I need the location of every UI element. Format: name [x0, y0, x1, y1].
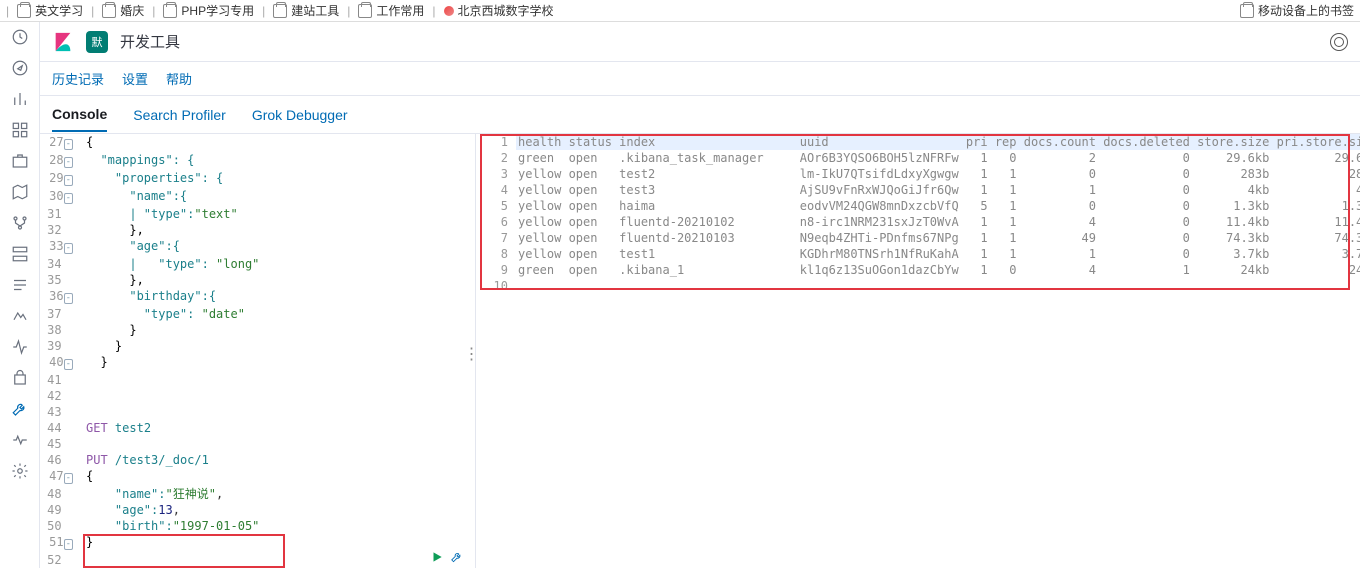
editor-line[interactable]: 34 | "type": "long" — [40, 256, 475, 272]
apm-icon[interactable] — [11, 307, 29, 325]
tab-search-profiler[interactable]: Search Profiler — [133, 99, 226, 131]
resize-handle[interactable] — [468, 334, 475, 374]
bookmark-item[interactable]: 建站工具 — [269, 0, 343, 21]
workspace: 27-{28- "mappings": {29- "properties": {… — [40, 134, 1360, 568]
output-line: 2green open .kibana_task_manager AOr6B3Y… — [476, 150, 1360, 166]
editor-line[interactable]: 31 | "type":"text" — [40, 206, 475, 222]
output-line: 4yellow open test3 AjSU9vFnRxWJQoGiJfr6Q… — [476, 182, 1360, 198]
editor-line[interactable]: 44 GET test2 — [40, 420, 475, 436]
clock-icon[interactable] — [11, 28, 29, 46]
editor-line[interactable]: 29- "properties": { — [40, 170, 475, 188]
subnav-help[interactable]: 帮助 — [166, 69, 192, 88]
editor-line[interactable]: 37 "type": "date" — [40, 306, 475, 322]
editor-line[interactable]: 38 } — [40, 322, 475, 338]
bar-chart-icon[interactable] — [11, 90, 29, 108]
bookmark-right[interactable]: 移动设备上的书签 — [1240, 2, 1354, 19]
bookmark-item[interactable]: PHP学习专用 — [159, 0, 258, 21]
request-editor-pane: 27-{28- "mappings": {29- "properties": {… — [40, 134, 476, 568]
subnav-settings[interactable]: 设置 — [122, 69, 148, 88]
browser-bookmark-bar: | 英文学习|婚庆|PHP学习专用|建站工具|工作常用| 北京西城数字学校 移动… — [0, 0, 1360, 22]
feedback-icon[interactable] — [1330, 33, 1348, 51]
default-space-badge[interactable]: 默 — [86, 31, 108, 53]
folder-icon — [163, 4, 177, 18]
output-line: 5yellow open haima eodvVM24QGW8mnDxzcbVf… — [476, 198, 1360, 214]
send-request-icon[interactable] — [430, 550, 444, 564]
output-line: 10 — [476, 278, 1360, 294]
editor-line[interactable]: 45 — [40, 436, 475, 452]
kibana-app: 默 开发工具 历史记录 设置 帮助 Console Search Profile… — [0, 22, 1360, 568]
ml-icon[interactable] — [11, 214, 29, 232]
response-output[interactable]: 1health status index uuid pri rep docs.c… — [476, 134, 1360, 294]
editor-line[interactable]: 33- "age":{ — [40, 238, 475, 256]
editor-line[interactable]: 41 — [40, 372, 475, 388]
infra-icon[interactable] — [11, 245, 29, 263]
editor-line[interactable]: 50 "birth":"1997-01-05" — [40, 518, 475, 534]
output-line: 1health status index uuid pri rep docs.c… — [476, 134, 1360, 150]
icon-rail — [0, 22, 40, 568]
folder-icon — [17, 4, 31, 18]
editor-line[interactable]: 49 "age":13, — [40, 502, 475, 518]
tab-bar: Console Search Profiler Grok Debugger — [40, 96, 1360, 134]
editor-line[interactable]: 47-{ — [40, 468, 475, 486]
bookmark-item[interactable]: 工作常用 — [354, 0, 428, 21]
wrench-icon[interactable] — [450, 550, 464, 564]
monitor-icon[interactable] — [11, 431, 29, 449]
editor-line[interactable]: 39 } — [40, 338, 475, 354]
folder-icon — [102, 4, 116, 18]
bookmark-divider: | — [6, 4, 9, 18]
output-line: 9green open .kibana_1 kl1q6z13SuOGon1daz… — [476, 262, 1360, 278]
output-line: 3yellow open test2 lm-IkU7QTsifdLdxyXgwg… — [476, 166, 1360, 182]
bookmark-favicon-icon — [444, 6, 454, 16]
folder-icon — [273, 4, 287, 18]
folder-icon — [358, 4, 372, 18]
briefcase-icon[interactable] — [11, 152, 29, 170]
management-icon[interactable] — [11, 462, 29, 480]
subnav-history[interactable]: 历史记录 — [52, 69, 104, 88]
output-line: 6yellow open fluentd-20210102 n8-irc1NRM… — [476, 214, 1360, 230]
request-action-icons — [430, 550, 464, 564]
bookmark-item-ext[interactable]: 北京西城数字学校 — [440, 0, 558, 21]
subnav: 历史记录 设置 帮助 — [40, 62, 1360, 96]
output-line: 8yellow open test1 KGDhrM80TNSrh1NfRuKah… — [476, 246, 1360, 262]
uptime-icon[interactable] — [11, 338, 29, 356]
editor-line[interactable]: 46 PUT /test3/_doc/1 — [40, 452, 475, 468]
bookmark-item[interactable]: 婚庆 — [98, 0, 148, 21]
kibana-logo-icon[interactable] — [52, 31, 74, 53]
dashboard-icon[interactable] — [11, 121, 29, 139]
editor-line[interactable]: 27-{ — [40, 134, 475, 152]
editor-line[interactable]: 28- "mappings": { — [40, 152, 475, 170]
map-icon[interactable] — [11, 183, 29, 201]
page-title: 开发工具 — [120, 31, 180, 52]
response-pane: 1health status index uuid pri rep docs.c… — [476, 134, 1360, 568]
logs-icon[interactable] — [11, 276, 29, 294]
editor-line[interactable]: 40- } — [40, 354, 475, 372]
editor-line[interactable]: 36- "birthday":{ — [40, 288, 475, 306]
editor-line[interactable]: 52 — [40, 552, 475, 568]
bookmark-item[interactable]: 英文学习 — [13, 0, 87, 21]
output-line: 7yellow open fluentd-20210103 N9eqb4ZHTi… — [476, 230, 1360, 246]
editor-line[interactable]: 30- "name":{ — [40, 188, 475, 206]
topbar: 默 开发工具 — [40, 22, 1360, 62]
bookmark-left: | 英文学习|婚庆|PHP学习专用|建站工具|工作常用| 北京西城数字学校 — [6, 0, 1240, 21]
editor-line[interactable]: 43 — [40, 404, 475, 420]
siem-icon[interactable] — [11, 369, 29, 387]
editor-line[interactable]: 42 — [40, 388, 475, 404]
editor-line[interactable]: 32 }, — [40, 222, 475, 238]
editor-line[interactable]: 51-} — [40, 534, 475, 552]
tab-console[interactable]: Console — [52, 98, 107, 132]
main-column: 默 开发工具 历史记录 设置 帮助 Console Search Profile… — [40, 22, 1360, 568]
dev-tools-icon[interactable] — [11, 400, 29, 418]
editor-line[interactable]: 35 }, — [40, 272, 475, 288]
folder-icon — [1240, 4, 1254, 18]
request-editor[interactable]: 27-{28- "mappings": {29- "properties": {… — [40, 134, 475, 568]
editor-line[interactable]: 48 "name":"狂神说", — [40, 486, 475, 502]
tab-grok-debugger[interactable]: Grok Debugger — [252, 99, 348, 131]
compass-icon[interactable] — [11, 59, 29, 77]
